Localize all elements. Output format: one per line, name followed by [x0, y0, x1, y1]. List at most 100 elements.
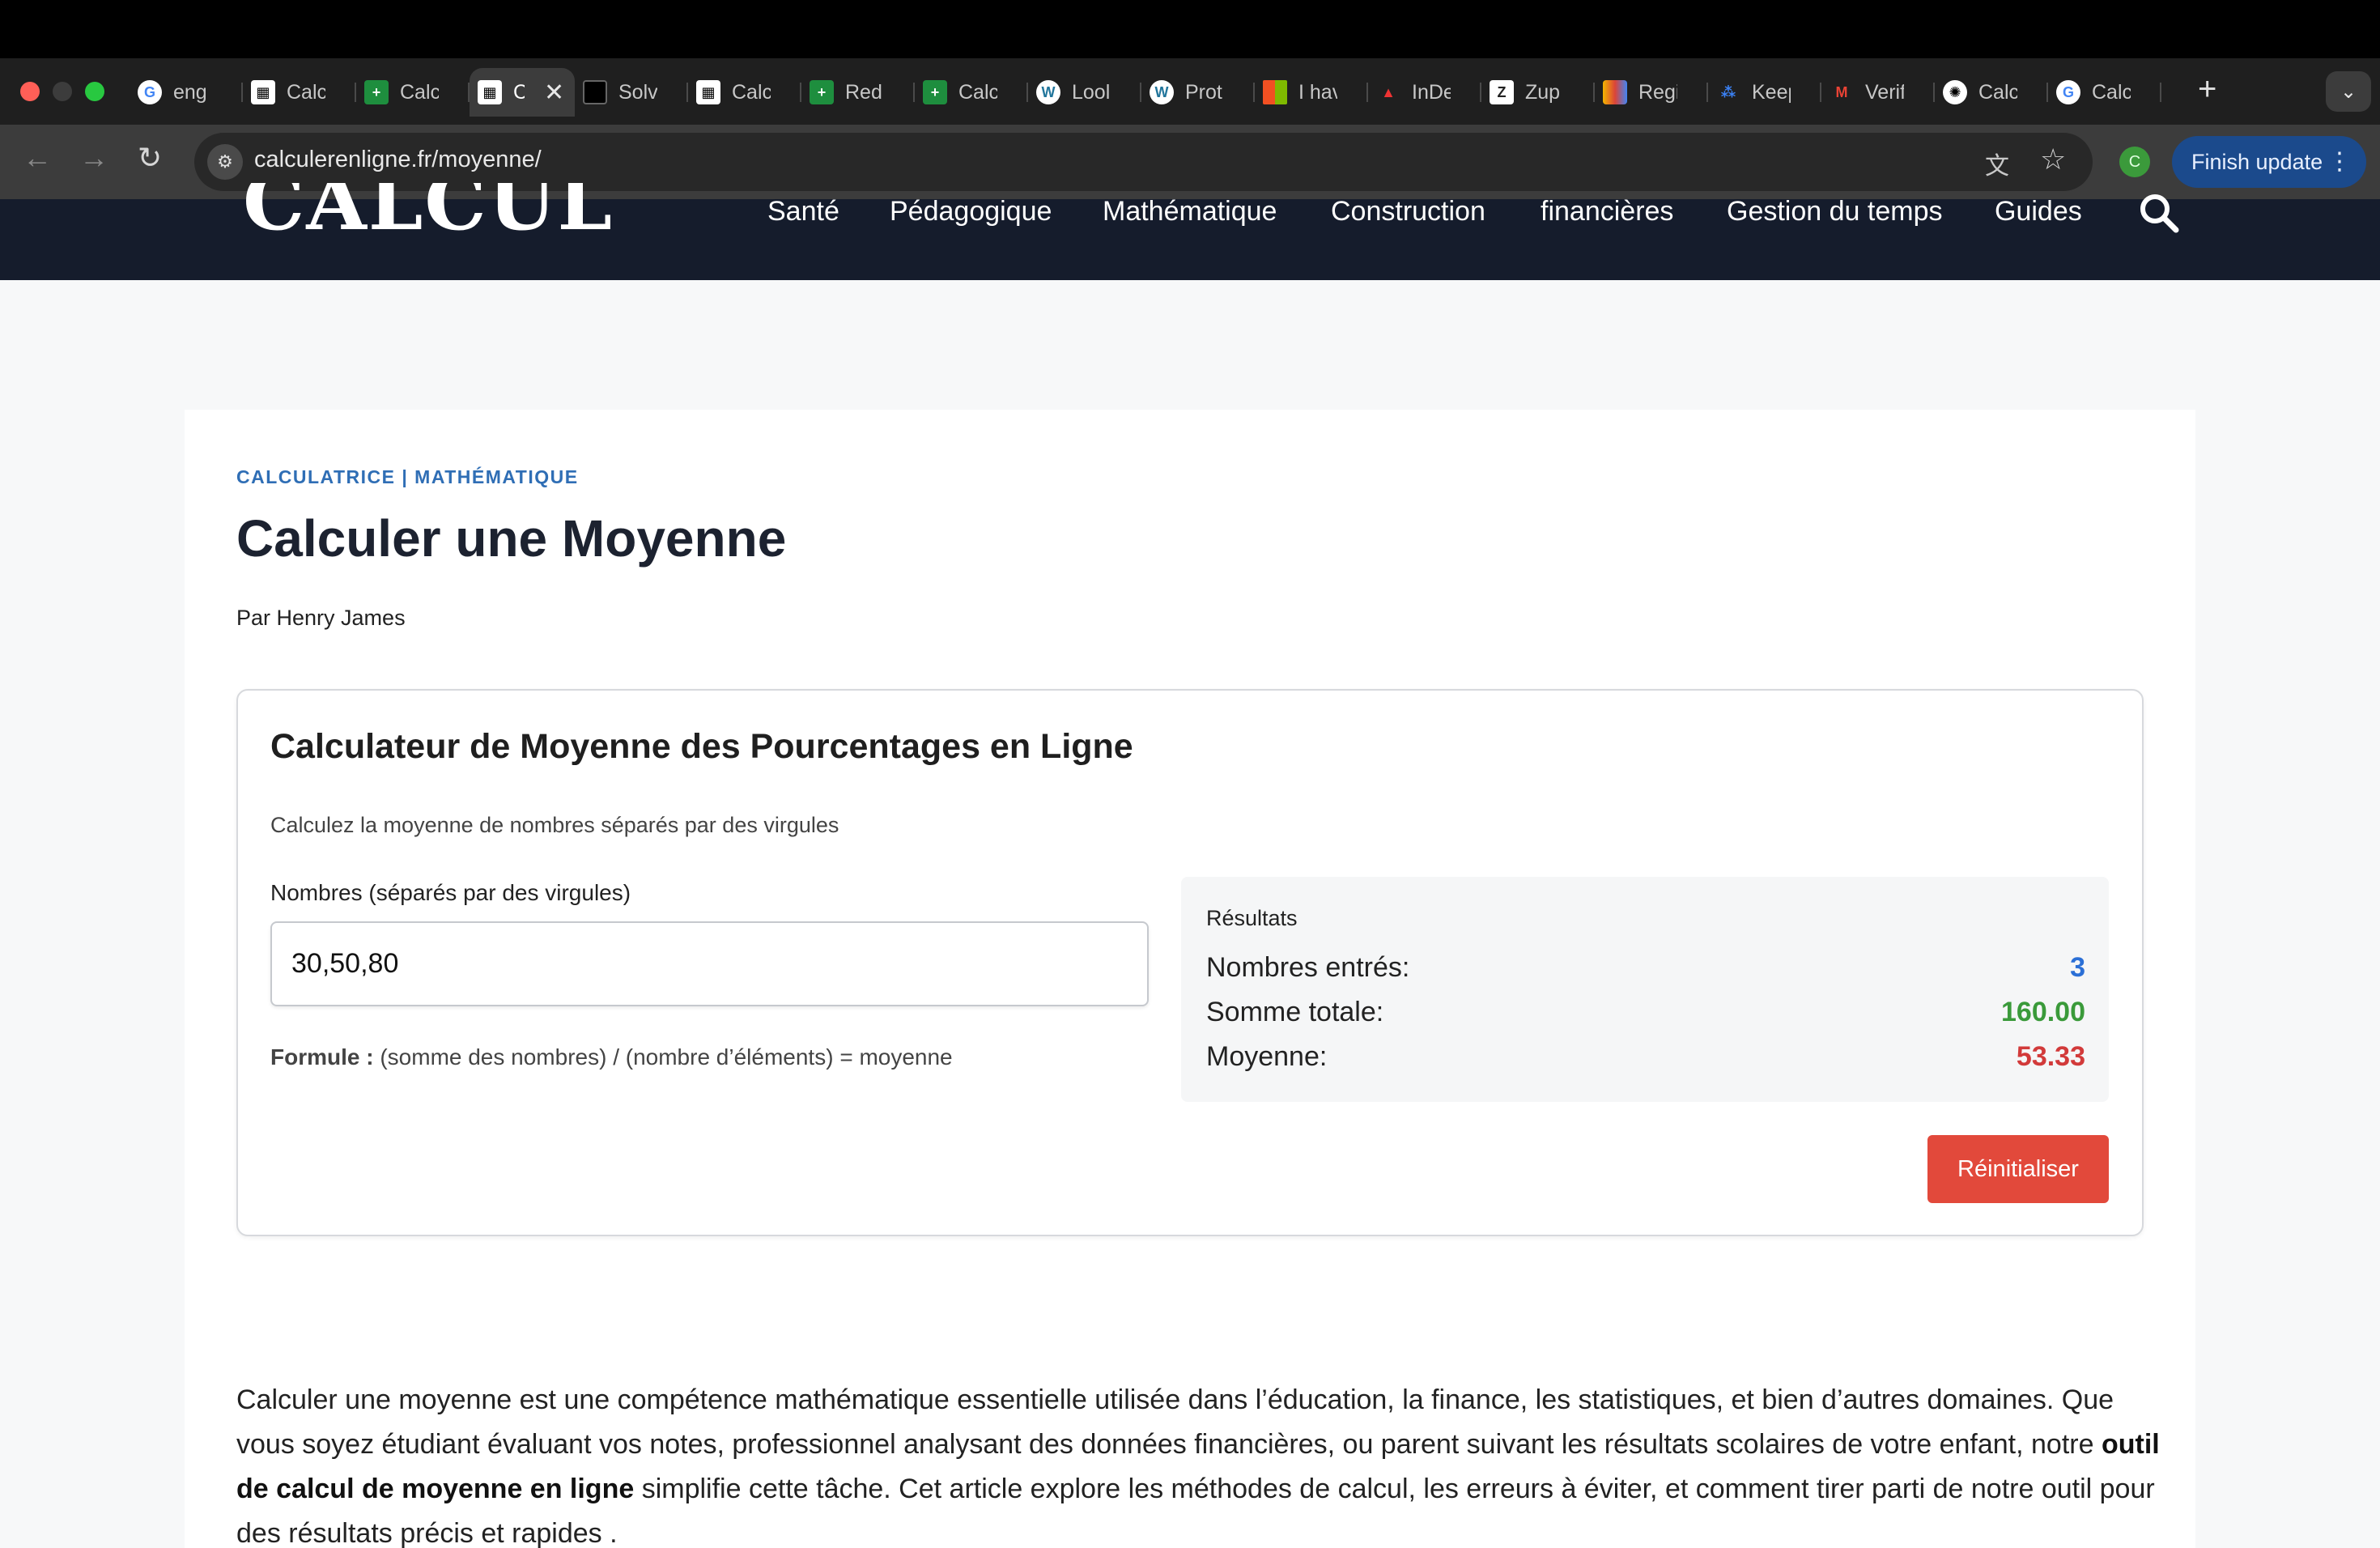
category-link-mathematique[interactable]: MATHÉMATIQUE: [414, 466, 578, 487]
google-icon: G: [138, 80, 162, 104]
browser-tab[interactable]: ▦ Calc: [688, 68, 801, 117]
zup-icon: Z: [1490, 80, 1514, 104]
browser-tab[interactable]: I hav: [1255, 68, 1368, 117]
finish-update-label: Finish update: [2191, 149, 2323, 174]
profile-avatar[interactable]: C: [2119, 147, 2150, 177]
browser-tab[interactable]: ▦ Calc: [243, 68, 356, 117]
nav-link-pedagogique[interactable]: Pédagogique: [890, 196, 1052, 228]
category-link-calculatrice[interactable]: CALCULATRICE: [236, 466, 395, 487]
solver-icon: [583, 80, 607, 104]
sheets-icon: +: [364, 80, 389, 104]
back-arrow-icon[interactable]: ←: [23, 141, 52, 175]
browser-tab[interactable]: ✺ Calc: [1935, 68, 2048, 117]
nav-link-construction[interactable]: Construction: [1331, 196, 1485, 228]
wordpress-icon: W: [1150, 80, 1174, 104]
formula-expression: (somme des nombres) / (nombre d’éléments…: [373, 1044, 953, 1070]
browser-tab[interactable]: + Red: [801, 68, 915, 117]
indeed-icon: ▲: [1381, 83, 1396, 100]
browser-tab[interactable]: ⁂ Keep: [1708, 68, 1821, 117]
site-logo[interactable]: CALCUL: [243, 183, 614, 243]
browser-tab[interactable]: Geng: [130, 68, 243, 117]
result-label: Somme totale:: [1206, 997, 1384, 1027]
result-value-average: 53.33: [2016, 1041, 2085, 1072]
tab-title: Verif: [1865, 80, 1904, 104]
reload-icon[interactable]: ↻: [138, 141, 162, 175]
search-icon[interactable]: [2137, 191, 2181, 235]
new-tab-icon[interactable]: +: [2198, 71, 2216, 108]
tab-title: Regi: [1638, 80, 1677, 104]
author-byline: Par Henry James: [236, 606, 406, 630]
nav-link-mathematique[interactable]: Mathématique: [1103, 196, 1277, 228]
browser-tab[interactable]: W Lool: [1028, 68, 1141, 117]
tab-title: I hav: [1298, 80, 1337, 104]
browser-tab[interactable]: M Verif: [1821, 68, 1935, 117]
sheets-icon: +: [923, 80, 947, 104]
nav-link-guides[interactable]: Guides: [1995, 196, 2082, 228]
tab-title: Calc: [2092, 80, 2131, 104]
page-title: Calculer une Moyenne: [236, 509, 787, 568]
registry-icon: [1603, 80, 1627, 104]
finish-update-button[interactable]: Finish update ⋮: [2172, 136, 2366, 188]
browser-tab[interactable]: Solv: [575, 68, 688, 117]
url-text[interactable]: calculerenligne.fr/moyenne/: [254, 147, 542, 173]
numbers-input[interactable]: [270, 921, 1149, 1006]
google-icon: G: [2056, 80, 2080, 104]
keep-icon: ⁂: [1720, 83, 1736, 100]
browser-tab[interactable]: + Calc: [356, 68, 470, 117]
nav-link-sante[interactable]: Santé: [767, 196, 839, 228]
nav-link-gestion-du-temps[interactable]: Gestion du temps: [1727, 196, 1942, 228]
openai-icon: ✺: [1943, 80, 1967, 104]
minimize-window-button[interactable]: [53, 82, 72, 101]
tab-title: eng: [173, 80, 207, 104]
browser-tab[interactable]: Regi: [1595, 68, 1708, 117]
forward-arrow-icon[interactable]: →: [79, 141, 108, 175]
gmail-icon: M: [1835, 83, 1848, 100]
translate-icon[interactable]: 文: [1985, 146, 2009, 181]
site-settings-icon[interactable]: ⚙: [207, 144, 243, 180]
os-menu-bar: [0, 0, 2380, 58]
tab-title: Calc: [732, 80, 771, 104]
result-row-average: Moyenne: 53.33: [1206, 1041, 2085, 1073]
calculator-icon: ▦: [478, 80, 502, 104]
browser-tab[interactable]: W Prot: [1141, 68, 1255, 117]
tab-title: C: [513, 80, 525, 104]
microsoft-icon: [1263, 80, 1287, 104]
result-label: Moyenne:: [1206, 1041, 1328, 1072]
browser-tab[interactable]: Z Zup: [1481, 68, 1595, 117]
bookmark-star-icon[interactable]: ☆: [2040, 142, 2066, 176]
browser-tab[interactable]: G Calc: [2048, 68, 2161, 117]
category-separator: |: [395, 466, 415, 487]
tab-title: Solv: [618, 80, 657, 104]
browser-tabs: Geng ▦ Calc + Calc ▦ C ✕ Solv ▦ Calc + Red + Ca…: [130, 68, 2161, 117]
nav-link-financieres[interactable]: financières: [1541, 196, 1673, 228]
article-paragraph: Calculer une moyenne est une compétence …: [236, 1378, 2163, 1548]
numbers-input-label: Nombres (séparés par des virgules): [270, 880, 631, 905]
result-row-count: Nombres entrés: 3: [1206, 952, 2085, 984]
results-title: Résultats: [1206, 906, 1298, 930]
tab-search-chevron-icon[interactable]: ⌄: [2326, 71, 2371, 112]
calculator-subtitle: Calculez la moyenne de nombres séparés p…: [270, 813, 839, 837]
tab-title: Calc: [400, 80, 439, 104]
tab-title: InDe: [1412, 80, 1451, 104]
article-text: Calculer une moyenne est une compétence …: [236, 1384, 2114, 1460]
tab-title: Keep: [1752, 80, 1791, 104]
category-breadcrumb: CALCULATRICE | MATHÉMATIQUE: [236, 466, 579, 488]
maximize-window-button[interactable]: [85, 82, 104, 101]
close-window-button[interactable]: [20, 82, 40, 101]
tab-title: Calc: [1978, 80, 2017, 104]
sheets-icon: +: [810, 80, 834, 104]
tab-title: Calc: [958, 80, 997, 104]
browser-tab[interactable]: + Calc: [915, 68, 1028, 117]
result-value-sum: 160.00: [2001, 997, 2085, 1027]
browser-tab[interactable]: ▲ InDe: [1368, 68, 1481, 117]
tab-title: Red: [845, 80, 882, 104]
browser-tab-active[interactable]: ▦ C ✕: [470, 68, 575, 117]
calculator-title: Calculateur de Moyenne des Pourcentages …: [270, 727, 1133, 766]
reset-button[interactable]: Réinitialiser: [1927, 1135, 2109, 1203]
more-vertical-icon: ⋮: [2327, 148, 2352, 175]
close-tab-icon[interactable]: ✕: [544, 79, 564, 107]
tab-title: Calc: [287, 80, 325, 104]
formula-label: Formule :: [270, 1044, 374, 1070]
calculator-icon: ▦: [696, 80, 720, 104]
result-value-count: 3: [2070, 952, 2085, 983]
